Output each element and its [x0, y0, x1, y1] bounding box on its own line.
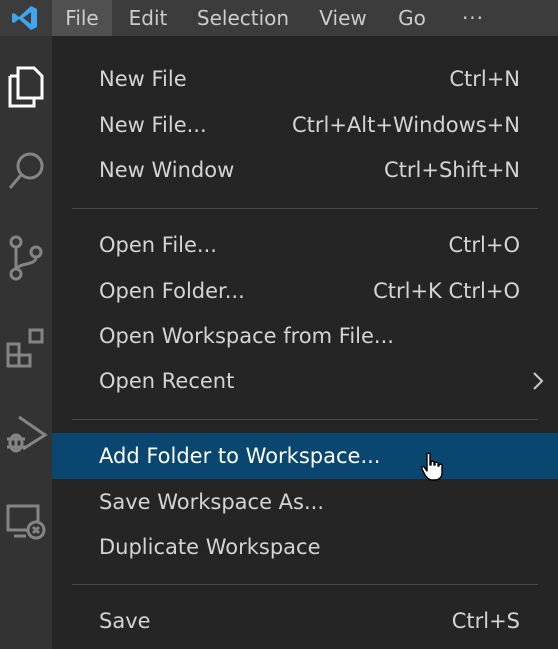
menu-item-label: Save Workspace As... [99, 490, 325, 514]
menu-separator [72, 419, 538, 420]
hand-pointer-cursor-icon [421, 452, 443, 481]
menu-item-label: Open Folder... [99, 279, 245, 303]
menu-item-add-folder-to-workspace[interactable]: Add Folder to Workspace... [52, 433, 558, 479]
menu-go[interactable]: Go [386, 0, 438, 36]
menu-item-duplicate-workspace[interactable]: Duplicate Workspace [52, 524, 558, 570]
menu-item-shortcut: Ctrl+Shift+N [384, 158, 520, 182]
menu-item-label: Open Workspace from File... [99, 324, 394, 348]
explorer-icon[interactable] [0, 56, 52, 116]
menu-item-shortcut: Ctrl+K Ctrl+O [373, 279, 520, 303]
menu-item-new-file[interactable]: New File Ctrl+N [52, 56, 558, 102]
menu-item-label: Save [99, 609, 151, 633]
menu-item-open-workspace-from-file[interactable]: Open Workspace from File... [52, 313, 558, 359]
menu-separator [72, 584, 538, 585]
vscode-window: File Edit Selection View Go ··· New File… [0, 0, 558, 649]
chevron-right-icon [533, 372, 544, 390]
menu-item-save[interactable]: Save Ctrl+S [52, 598, 558, 644]
menu-item-open-recent[interactable]: Open Recent [52, 358, 558, 404]
menu-file[interactable]: File [52, 0, 112, 36]
menu-item-label: Open Recent [99, 369, 235, 393]
menu-bar: File Edit Selection View Go ··· [0, 0, 558, 36]
menu-item-shortcut: Ctrl+N [449, 67, 520, 91]
menu-item-new-file-ellipsis[interactable]: New File... Ctrl+Alt+Windows+N [52, 102, 558, 148]
menu-item-shortcut: Ctrl+O [448, 233, 521, 257]
remote-explorer-icon[interactable] [0, 490, 52, 550]
menu-item-shortcut: Ctrl+S [451, 609, 520, 633]
vscode-logo-icon[interactable] [0, 0, 50, 36]
menu-more-button[interactable]: ··· [448, 0, 498, 36]
menu-item-open-folder[interactable]: Open Folder... Ctrl+K Ctrl+O [52, 268, 558, 314]
menu-selection[interactable]: Selection [186, 0, 300, 36]
menu-separator [72, 208, 538, 209]
menu-item-shortcut: Ctrl+Alt+Windows+N [291, 113, 520, 137]
menu-view[interactable]: View [308, 0, 378, 36]
file-menu-dropdown: New File Ctrl+N New File... Ctrl+Alt+Win… [52, 36, 558, 649]
menu-item-label: Add Folder to Workspace... [99, 444, 381, 468]
extensions-icon[interactable] [0, 318, 52, 378]
menu-item-label: Open File... [99, 233, 217, 257]
menu-item-label: Duplicate Workspace [99, 535, 321, 559]
menu-item-save-workspace-as[interactable]: Save Workspace As... [52, 479, 558, 525]
menu-item-new-window[interactable]: New Window Ctrl+Shift+N [52, 147, 558, 193]
menu-item-label: New Window [99, 158, 235, 182]
menu-edit[interactable]: Edit [118, 0, 178, 36]
menu-item-label: New File [99, 67, 187, 91]
source-control-icon[interactable] [0, 228, 52, 288]
menu-item-label: New File... [99, 113, 207, 137]
menu-item-open-file[interactable]: Open File... Ctrl+O [52, 222, 558, 268]
search-icon[interactable] [0, 142, 52, 202]
run-debug-icon[interactable] [0, 404, 52, 464]
activity-bar [0, 36, 52, 649]
